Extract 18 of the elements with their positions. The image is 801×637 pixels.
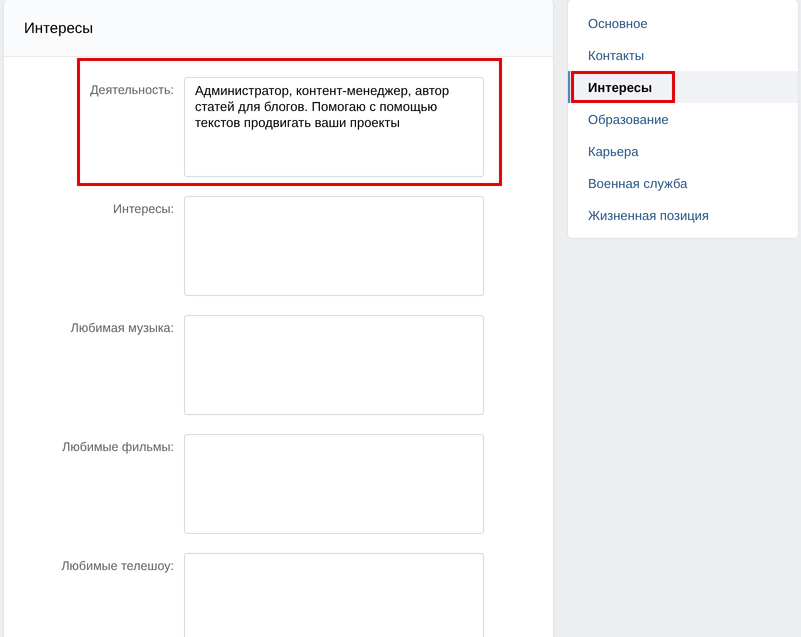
menu-item[interactable]: Карьера [571,135,662,167]
text-area[interactable]: Администратор, контент-менеджер, автор статей для блогов. Помогаю с помощью текстов продвигать ваши проекты [184,77,484,177]
menu-item[interactable]: Основное [571,7,671,39]
field-label: Деятельность: [89,82,174,98]
field-label: Любимые телешоу: [60,558,174,574]
text-area[interactable] [184,315,484,415]
text-area[interactable] [184,434,484,534]
field-label: Любимые фильмы: [61,439,174,455]
text-area[interactable] [184,553,484,637]
text-area[interactable] [184,196,484,296]
menu-item[interactable]: Интересы [571,71,676,103]
panel-title: Интересы [24,20,94,36]
field-label: Интересы: [112,201,174,217]
field-label: Любимая музыка: [70,320,174,336]
menu-item[interactable]: Жизненная позиция [571,199,732,231]
menu-item[interactable]: Образование [571,103,692,135]
menu-item[interactable]: Контакты [571,39,668,71]
menu-item[interactable]: Военная служба [571,167,710,199]
